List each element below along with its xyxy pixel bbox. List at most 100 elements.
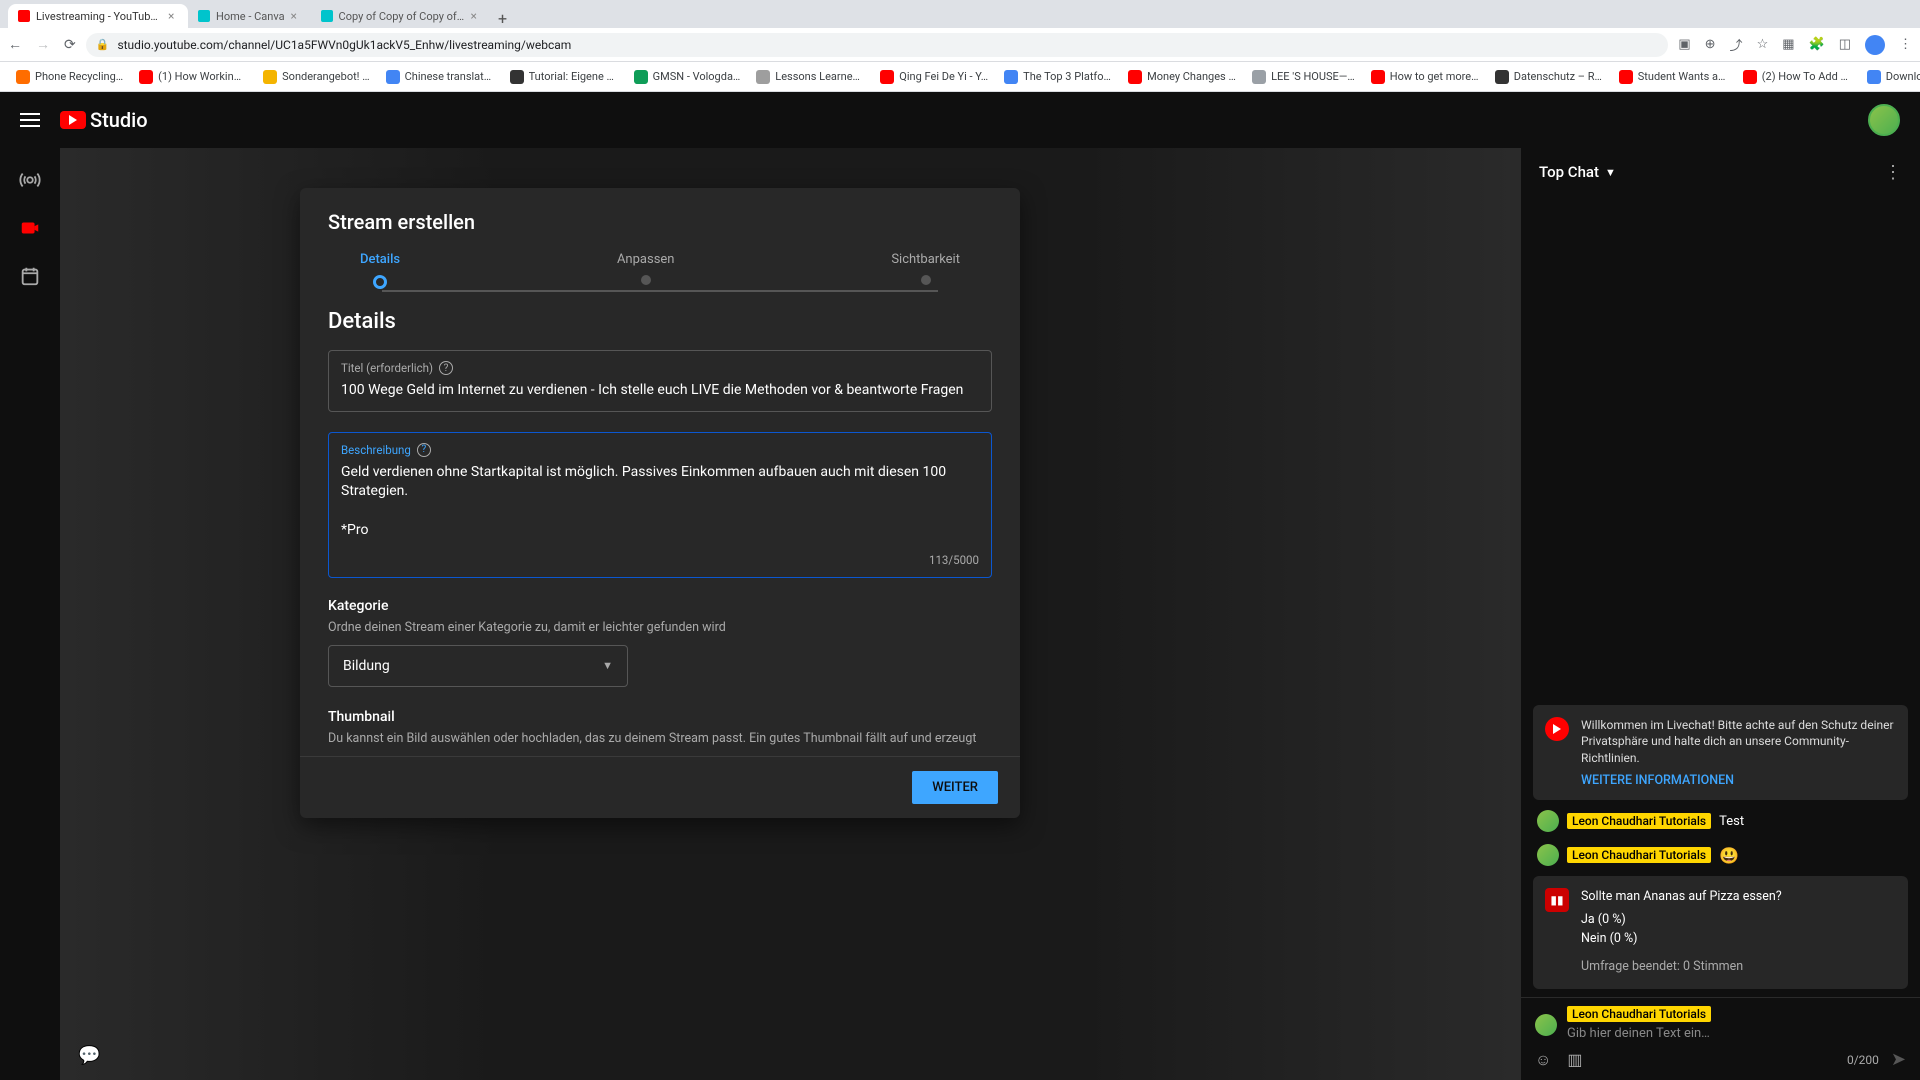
- bookmark-item[interactable]: Qing Fei De Yi - Y…: [874, 67, 994, 87]
- poll-option: Nein (0 %): [1581, 930, 1896, 949]
- welcome-text: Willkommen im Livechat! Bitte achte auf …: [1581, 717, 1896, 767]
- bookmark-favicon: [1252, 70, 1266, 84]
- field-label: Titel (erforderlich) ?: [341, 361, 979, 375]
- help-icon[interactable]: ?: [417, 443, 431, 457]
- bookmark-favicon: [1371, 70, 1385, 84]
- category-select[interactable]: Bildung ▼: [328, 645, 628, 687]
- bookmark-item[interactable]: Student Wants an…: [1613, 67, 1733, 87]
- close-icon[interactable]: ×: [471, 11, 481, 21]
- bookmark-item[interactable]: GMSN - Vologda…: [628, 67, 747, 87]
- title-input[interactable]: [341, 381, 979, 401]
- bookmark-item[interactable]: (1) How Working a…: [133, 67, 253, 87]
- star-icon[interactable]: ☆: [1757, 37, 1769, 52]
- youtube-icon: [1545, 717, 1569, 741]
- description-field[interactable]: Beschreibung ? 113/5000: [328, 432, 992, 578]
- bookmark-label: The Top 3 Platfor…: [1023, 70, 1112, 83]
- send-icon[interactable]: ➤: [1891, 1049, 1906, 1070]
- bookmark-item[interactable]: Lessons Learned f…: [750, 67, 870, 87]
- bookmark-item[interactable]: How to get more v…: [1365, 67, 1485, 87]
- description-input[interactable]: [341, 463, 979, 541]
- extension-icon[interactable]: ▦: [1782, 37, 1794, 52]
- bookmark-favicon: [1128, 70, 1142, 84]
- browser-tab[interactable]: Livestreaming - YouTube S ×: [8, 4, 188, 28]
- panel-icon[interactable]: ◫: [1839, 37, 1851, 52]
- menu-icon[interactable]: [20, 113, 40, 127]
- chat-menu-icon[interactable]: ⋮: [1884, 162, 1902, 183]
- bookmark-item[interactable]: (2) How To Add A…: [1737, 67, 1857, 87]
- feedback-icon[interactable]: 💬: [78, 1045, 100, 1066]
- bookmark-item[interactable]: LEE 'S HOUSE—…: [1246, 67, 1361, 87]
- title-field[interactable]: Titel (erforderlich) ?: [328, 350, 992, 412]
- bookmark-item[interactable]: Money Changes E…: [1122, 67, 1242, 87]
- forward-icon[interactable]: →: [36, 36, 50, 53]
- poll-icon[interactable]: ▥: [1567, 1050, 1582, 1070]
- bookmark-label: Student Wants an…: [1638, 70, 1727, 83]
- bookmark-label: Qing Fei De Yi - Y…: [899, 70, 988, 83]
- url-input[interactable]: 🔒 studio.youtube.com/channel/UC1a5FWVn0g…: [86, 33, 1669, 57]
- next-button[interactable]: WEITER: [912, 771, 998, 804]
- field-label: Beschreibung ?: [341, 443, 979, 457]
- tab-title: Copy of Copy of Copy of Copy: [339, 10, 465, 23]
- bookmark-item[interactable]: Datenschutz – Re…: [1489, 67, 1609, 87]
- avatar: [1537, 844, 1559, 866]
- chat-input[interactable]: Gib hier deinen Text ein…: [1567, 1024, 1906, 1043]
- camera-icon[interactable]: ▣: [1678, 37, 1690, 52]
- close-icon[interactable]: ×: [168, 11, 178, 21]
- bookmark-item[interactable]: Download - Cooki…: [1861, 67, 1920, 87]
- bookmark-favicon: [386, 70, 400, 84]
- account-avatar[interactable]: [1868, 104, 1900, 136]
- bookmark-label: LEE 'S HOUSE—…: [1271, 70, 1355, 83]
- more-info-link[interactable]: WEITERE INFORMATIONEN: [1581, 773, 1896, 788]
- puzzle-icon[interactable]: 🧩: [1809, 37, 1825, 52]
- browser-tab[interactable]: Home - Canva ×: [188, 4, 311, 28]
- bookmark-item[interactable]: Tutorial: Eigene F…: [504, 67, 624, 87]
- thumbnail-title: Thumbnail: [328, 709, 992, 725]
- stepper: Details Anpassen Sichtbarkeit: [300, 252, 1020, 289]
- bookmark-label: (1) How Working a…: [158, 70, 247, 83]
- poll-card: ▮▮ Sollte man Ananas auf Pizza essen? Ja…: [1533, 876, 1908, 989]
- bookmark-item[interactable]: Chinese translati…: [380, 67, 500, 87]
- youtube-icon: [60, 111, 86, 129]
- emoji-icon[interactable]: ☺: [1535, 1050, 1551, 1070]
- chat-mode-selector[interactable]: Top Chat ▼: [1539, 163, 1616, 181]
- bookmark-label: Download - Cooki…: [1886, 70, 1920, 83]
- bookmark-favicon: [1743, 70, 1757, 84]
- thumbnail-hint: Du kannst ein Bild auswählen oder hochla…: [328, 731, 992, 746]
- step-details[interactable]: Details: [360, 252, 400, 289]
- poll-icon: ▮▮: [1545, 888, 1569, 912]
- zoom-icon[interactable]: ⊕: [1705, 37, 1716, 52]
- studio-logo[interactable]: Studio: [60, 108, 148, 132]
- bookmark-favicon: [1619, 70, 1633, 84]
- step-customize[interactable]: Anpassen: [617, 252, 675, 289]
- chevron-down-icon: ▼: [602, 659, 613, 672]
- chat-messages: Willkommen im Livechat! Bitte achte auf …: [1521, 196, 1920, 997]
- url-text: studio.youtube.com/channel/UC1a5FWVn0gUk…: [117, 38, 571, 52]
- bookmark-favicon: [1867, 70, 1881, 84]
- share-icon[interactable]: ⤴: [1730, 35, 1743, 54]
- bookmark-label: How to get more v…: [1390, 70, 1479, 83]
- chat-counter: 0/200: [1847, 1053, 1879, 1067]
- tab-favicon: [198, 10, 210, 22]
- step-visibility[interactable]: Sichtbarkeit: [891, 252, 960, 289]
- bookmark-bar: Phone Recycling… (1) How Working a… Sonder…: [0, 62, 1920, 92]
- bookmark-item[interactable]: Sonderangebot! …: [257, 67, 375, 87]
- help-icon[interactable]: ?: [439, 361, 453, 375]
- browser-tab-bar: Livestreaming - YouTube S × Home - Canva…: [0, 0, 1920, 28]
- sidebar-item-webcam[interactable]: [18, 216, 42, 240]
- bookmark-item[interactable]: Phone Recycling…: [10, 67, 129, 87]
- category-title: Kategorie: [328, 598, 992, 614]
- browser-tab[interactable]: Copy of Copy of Copy of Copy ×: [311, 4, 491, 28]
- new-tab-button[interactable]: +: [491, 9, 515, 28]
- back-icon[interactable]: ←: [8, 36, 22, 53]
- bookmark-favicon: [16, 70, 30, 84]
- bookmark-label: Datenschutz – Re…: [1514, 70, 1603, 83]
- sidebar-item-stream[interactable]: [18, 168, 42, 192]
- reload-icon[interactable]: ⟳: [64, 37, 76, 53]
- profile-avatar[interactable]: [1865, 35, 1885, 55]
- bookmark-favicon: [510, 70, 524, 84]
- bookmark-label: GMSN - Vologda…: [653, 70, 741, 83]
- close-icon[interactable]: ×: [291, 11, 301, 21]
- bookmark-item[interactable]: The Top 3 Platfor…: [998, 67, 1118, 87]
- sidebar-item-manage[interactable]: [18, 264, 42, 288]
- menu-icon[interactable]: ⋮: [1899, 37, 1912, 52]
